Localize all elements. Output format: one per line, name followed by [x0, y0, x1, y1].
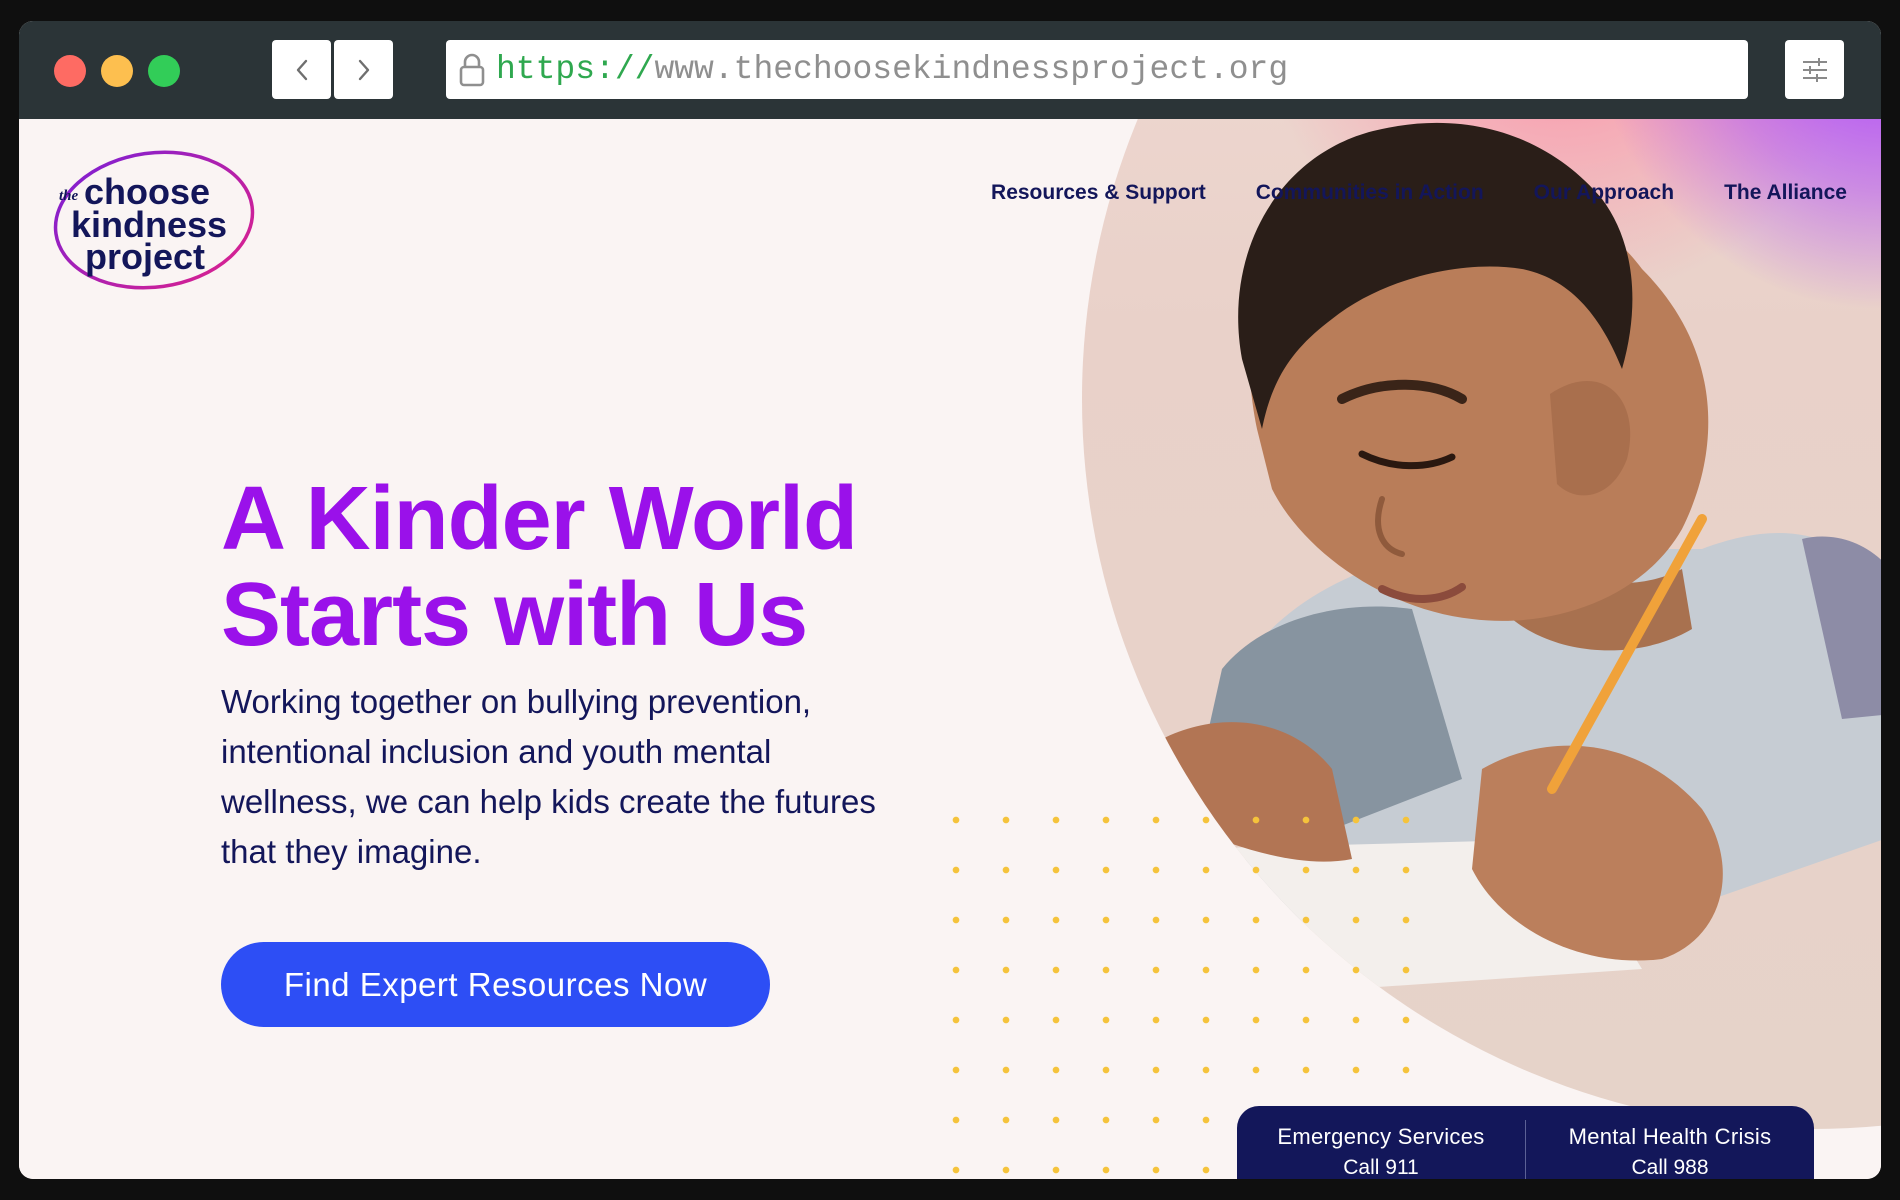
- find-resources-button[interactable]: Find Expert Resources Now: [221, 942, 770, 1027]
- call-911-link[interactable]: Call 911: [1343, 1156, 1419, 1179]
- nav-the-alliance[interactable]: The Alliance: [1724, 181, 1847, 205]
- address-bar[interactable]: https://www.thechoosekindnessproject.org: [446, 40, 1748, 99]
- sliders-icon: [1802, 57, 1827, 82]
- browser-menu-button[interactable]: [1785, 40, 1844, 99]
- hero-description: Working together on bullying prevention,…: [221, 677, 1011, 877]
- main-nav: Resources & Support Communities in Actio…: [991, 181, 1847, 205]
- hero-title-line-1: A Kinder World: [221, 469, 858, 569]
- crisis-contact-bar: Emergency Services Call 911 Mental Healt…: [1237, 1106, 1814, 1179]
- url-protocol: https://: [496, 51, 655, 88]
- hero-description-line-4: that they imagine.: [221, 833, 482, 870]
- mental-health-crisis-label: Mental Health Crisis: [1568, 1124, 1772, 1149]
- forward-button[interactable]: [334, 40, 393, 99]
- mental-health-crisis-section: Mental Health Crisis Call 988: [1526, 1106, 1814, 1179]
- nav-resources-support[interactable]: Resources & Support: [991, 181, 1206, 205]
- hero-title: A Kinder World Starts with Us: [221, 471, 981, 663]
- chevron-left-icon: [296, 59, 307, 80]
- maximize-window-button[interactable]: [148, 55, 180, 87]
- hero-description-line-3: wellness, we can help kids create the fu…: [221, 783, 876, 820]
- logo-text-project: project: [85, 236, 205, 277]
- emergency-services-label: Emergency Services: [1277, 1124, 1485, 1149]
- emergency-services-section: Emergency Services Call 911: [1237, 1106, 1525, 1179]
- hero-description-line-2: intentional inclusion and youth mental: [221, 733, 772, 770]
- site-logo[interactable]: the choose kindness project: [49, 147, 259, 293]
- url-domain: www.thechoosekindnessproject.org: [654, 51, 1289, 88]
- close-window-button[interactable]: [54, 55, 86, 87]
- hero-title-line-2: Starts with Us: [221, 565, 808, 665]
- lock-icon: [459, 53, 485, 86]
- call-988-link[interactable]: Call 988: [1631, 1156, 1708, 1179]
- minimize-window-button[interactable]: [101, 55, 133, 87]
- browser-toolbar: https://www.thechoosekindnessproject.org: [19, 21, 1881, 119]
- nav-our-approach[interactable]: Our Approach: [1534, 181, 1674, 205]
- nav-communities-in-action[interactable]: Communities in Action: [1256, 181, 1484, 205]
- chevron-right-icon: [358, 59, 369, 80]
- web-page: the choose kindness project Resources & …: [19, 119, 1881, 1179]
- hero-description-line-1: Working together on bullying prevention,: [221, 683, 812, 720]
- logo-text-the: the: [59, 188, 79, 204]
- back-button[interactable]: [272, 40, 331, 99]
- browser-window: https://www.thechoosekindnessproject.org: [19, 21, 1881, 1179]
